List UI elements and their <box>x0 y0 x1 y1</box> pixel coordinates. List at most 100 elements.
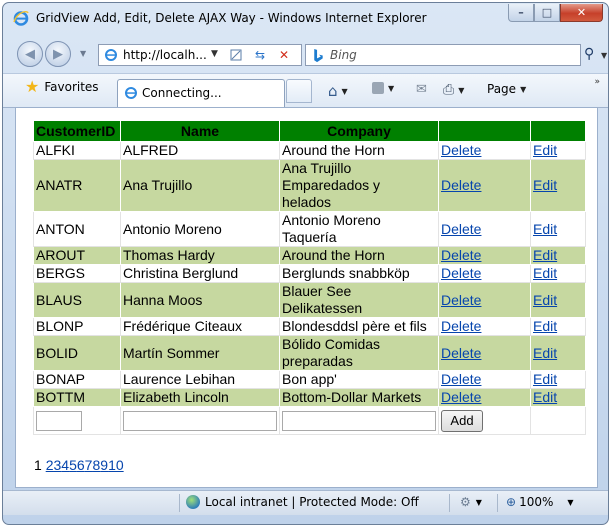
edit-link[interactable]: Edit <box>533 247 557 263</box>
edit-link[interactable]: Edit <box>533 265 557 281</box>
security-zone[interactable]: Local intranet | Protected Mode: Off <box>186 495 419 509</box>
pager-link[interactable]: 9 <box>100 457 108 473</box>
company-cell: Bólido Comidas preparadas <box>279 335 439 371</box>
company-line: Blauer See <box>282 283 352 299</box>
stop-icon[interactable]: ✕ <box>274 45 294 65</box>
name-cell: Frédérique Citeaux <box>120 317 280 336</box>
new-tab-button[interactable] <box>286 79 312 103</box>
company-cell: Blondesddsl père et fils <box>279 317 439 336</box>
delete-link[interactable]: Delete <box>441 318 481 334</box>
address-dropdown-icon[interactable]: ▼ <box>211 49 218 59</box>
delete-cell: Delete <box>438 246 531 265</box>
company-line: Bon app' <box>282 371 337 387</box>
name-cell: Antonio Moreno <box>120 211 280 247</box>
customer-id-cell: BOTTM <box>33 388 121 407</box>
search-icon[interactable]: ⚲ <box>584 46 594 62</box>
table-row: BONAP Laurence Lebihan Bon app' Delete Edit <box>33 370 586 389</box>
company-line: Berglunds snabbköp <box>282 265 410 281</box>
pager-link[interactable]: 4 <box>61 457 69 473</box>
caption-buttons: – □ ✕ <box>508 4 603 24</box>
edit-link[interactable]: Edit <box>533 389 557 405</box>
pager-link[interactable]: 6 <box>77 457 85 473</box>
edit-link[interactable]: Edit <box>533 318 557 334</box>
delete-link[interactable]: Delete <box>441 221 481 237</box>
delete-link[interactable]: Delete <box>441 389 481 405</box>
address-bar[interactable]: http://localh... ▼ ⇆ ✕ <box>98 44 302 66</box>
close-button[interactable]: ✕ <box>560 4 603 22</box>
home-button[interactable]: ⌂ ▼ <box>328 82 348 100</box>
edit-cell: Edit <box>530 388 586 407</box>
tab-current[interactable]: Connecting... <box>117 79 285 107</box>
name-cell: Thomas Hardy <box>120 246 280 265</box>
company-line: Around the Horn <box>282 142 385 158</box>
recent-pages-dropdown[interactable]: ▼ <box>80 49 86 58</box>
edit-cell: Edit <box>530 211 586 247</box>
table-row: BLONP Frédérique Citeaux Blondesddsl père … <box>33 317 586 336</box>
delete-link[interactable]: Delete <box>441 247 481 263</box>
navigation-bar: ◀ ▶ ▼ http://localh... ▼ ⇆ ✕ Bing ⚲ ▼ <box>3 37 608 69</box>
grid-header-row: CustomerID Name Company <box>33 120 586 142</box>
edit-link[interactable]: Edit <box>533 345 557 361</box>
header-customer-id: CustomerID <box>33 120 121 142</box>
customer-id-cell: BERGS <box>33 264 121 283</box>
customers-gridview: CustomerID Name Company ALFKI ALFRED Aroun… <box>33 120 586 435</box>
intranet-zone-icon <box>186 495 200 509</box>
edit-link[interactable]: Edit <box>533 371 557 387</box>
page-menu-button[interactable]: Page ▼ <box>487 82 526 96</box>
customer-id-cell: BLONP <box>33 317 121 336</box>
favorites-button[interactable]: ★ Favorites <box>25 79 99 95</box>
empty-cell <box>530 406 586 435</box>
new-company-input[interactable] <box>282 410 436 431</box>
search-input[interactable]: Bing <box>330 48 357 62</box>
ie-logo-icon <box>125 87 137 99</box>
maximize-button[interactable]: □ <box>534 4 560 22</box>
title-bar: GridView Add, Edit, Delete AJAX Way - Wi… <box>3 3 608 33</box>
protected-mode-button[interactable]: ⚙ ▼ <box>460 495 482 509</box>
minimize-button[interactable]: – <box>508 4 534 22</box>
delete-link[interactable]: Delete <box>441 177 481 193</box>
favorites-label: Favorites <box>44 80 99 94</box>
back-button[interactable]: ◀ <box>17 41 43 67</box>
company-cell: Bon app' <box>279 370 439 389</box>
edit-link[interactable]: Edit <box>533 177 557 193</box>
company-cell: Blauer See Delikatessen <box>279 282 439 318</box>
zoom-button[interactable]: ⊕ 100% ▼ <box>506 495 574 509</box>
company-line: Around the Horn <box>282 247 385 263</box>
company-cell: Berglunds snabbköp <box>279 264 439 283</box>
window-title: GridView Add, Edit, Delete AJAX Way - Wi… <box>36 11 427 25</box>
command-bar: ★ Favorites Connecting... ⌂ ▼ ▼ ✉ ⎙ ▼ Page… <box>3 73 608 108</box>
company-cell: Around the Horn <box>279 141 439 160</box>
compatibility-view-icon[interactable] <box>226 45 246 65</box>
pager-link[interactable]: 5 <box>69 457 77 473</box>
delete-link[interactable]: Delete <box>441 142 481 158</box>
read-mail-button[interactable]: ✉ <box>416 82 427 97</box>
new-name-input[interactable] <box>123 410 277 431</box>
delete-link[interactable]: Delete <box>441 292 481 308</box>
page-menu-label: Page <box>487 82 517 96</box>
new-customer-id-input[interactable] <box>36 410 82 431</box>
search-options-icon[interactable]: ▼ <box>601 51 607 60</box>
edit-link[interactable]: Edit <box>533 221 557 237</box>
refresh-icon[interactable]: ⇆ <box>250 45 270 65</box>
add-button[interactable]: Add <box>441 409 483 432</box>
pager-link[interactable]: 10 <box>108 457 124 473</box>
edit-link[interactable]: Edit <box>533 142 557 158</box>
delete-cell: Delete <box>438 317 531 336</box>
company-cell: Ana Trujillo Emparedados y helados <box>279 159 439 212</box>
print-button[interactable]: ⎙ ▼ <box>443 82 464 98</box>
search-box[interactable]: Bing <box>305 44 581 66</box>
delete-link[interactable]: Delete <box>441 265 481 281</box>
forward-button[interactable]: ▶ <box>45 41 71 67</box>
status-separator <box>497 494 498 512</box>
customer-id-cell: BONAP <box>33 370 121 389</box>
name-cell: Elizabeth Lincoln <box>120 388 280 407</box>
toolbar-overflow-icon[interactable]: » <box>594 77 600 87</box>
address-input[interactable]: http://localh... <box>123 48 207 62</box>
bing-logo-icon <box>314 48 323 63</box>
edit-link[interactable]: Edit <box>533 292 557 308</box>
delete-link[interactable]: Delete <box>441 345 481 361</box>
company-line: helados <box>282 194 332 210</box>
delete-link[interactable]: Delete <box>441 371 481 387</box>
home-icon: ⌂ <box>328 82 338 100</box>
feeds-button[interactable]: ▼ <box>372 82 394 94</box>
